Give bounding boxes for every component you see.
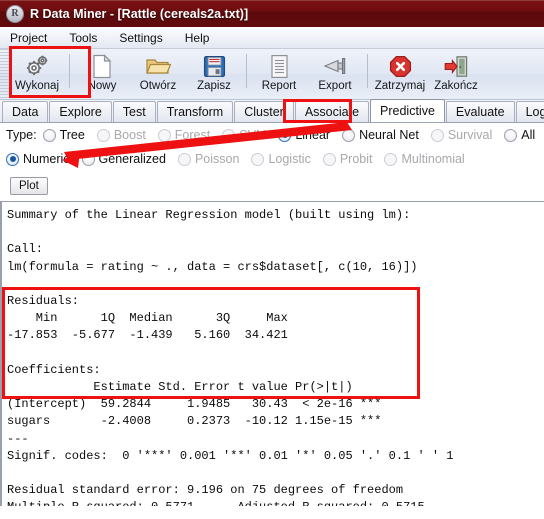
radio-label-poisson: Poisson (194, 152, 240, 166)
tab-predictive[interactable]: Predictive (370, 99, 445, 122)
radio-poisson[interactable]: Poisson (177, 152, 240, 166)
toolbar-label-zapisz: Zapisz (197, 80, 231, 92)
plot-row: Plot (0, 171, 544, 201)
toolbar-label-zakoncz: Zakończ (434, 80, 478, 92)
radio-numeric[interactable]: Numeric (6, 152, 70, 166)
radio-label-neural-net: Neural Net (359, 128, 419, 142)
radio-generalized[interactable]: Generalized (81, 152, 166, 166)
radio-label-multinomial: Multinomial (401, 152, 465, 166)
toolbar-button-wykonaj[interactable]: Wykonaj (9, 49, 65, 99)
radio-dot-forest (157, 128, 171, 142)
radio-dot-svm (222, 128, 236, 142)
radio-dot-all (504, 128, 518, 142)
toolbar-button-export[interactable]: Export (307, 49, 363, 99)
radio-multinomial[interactable]: Multinomial (384, 152, 465, 166)
radio-svm[interactable]: SVM (222, 128, 266, 142)
radio-survival[interactable]: Survival (430, 128, 493, 142)
tab-log[interactable]: Log (515, 101, 544, 122)
radio-linear[interactable]: Linear (278, 128, 330, 142)
menu-bar: Project Tools Settings Help (0, 27, 544, 49)
stop-octagon-icon (389, 53, 412, 79)
toolbar-label-otworz: Otwórz (139, 80, 177, 92)
toolbar-separator-3 (367, 54, 368, 88)
new-document-icon (91, 53, 113, 79)
radio-dot-logistic (251, 152, 265, 166)
floppy-save-icon (203, 53, 226, 79)
radio-label-tree: Tree (59, 128, 85, 142)
toolbar-button-zapisz[interactable]: Zapisz (186, 49, 242, 99)
type-label: Type: (6, 128, 37, 142)
tab-explore[interactable]: Explore (49, 101, 112, 122)
report-document-icon (269, 53, 290, 79)
radio-label-boost: Boost (113, 128, 146, 142)
radio-dot-probit (322, 152, 336, 166)
app-logo-icon: R (6, 4, 24, 23)
open-folder-icon (145, 53, 171, 79)
tab-associate[interactable]: Associate (294, 101, 370, 122)
toolbar-label-zatrzymaj: Zatrzymaj (374, 80, 426, 92)
plot-button[interactable]: Plot (10, 177, 48, 195)
toolbar-label-export: Export (318, 80, 352, 92)
menu-item-settings[interactable]: Settings (119, 31, 162, 45)
radio-dot-multinomial (384, 152, 398, 166)
model-summary-text: Summary of the Linear Regression model (… (7, 208, 454, 506)
radio-dot-generalized (81, 152, 95, 166)
toolbar-separator-1 (69, 54, 70, 88)
radio-forest[interactable]: Forest (157, 128, 211, 142)
tab-cluster[interactable]: Cluster (234, 101, 294, 122)
radio-dot-tree (42, 128, 56, 142)
toolbar: Wykonaj Nowy Otwórz Zapisz Report Export… (0, 49, 544, 100)
radio-label-generalized: Generalized (98, 152, 166, 166)
radio-dot-poisson (177, 152, 191, 166)
radio-label-probit: Probit (339, 152, 373, 166)
radio-dot-numeric (6, 152, 19, 166)
export-funnel-icon (322, 53, 348, 79)
gears-icon (24, 53, 50, 79)
radio-dot-linear (278, 128, 292, 142)
toolbar-button-zatrzymaj[interactable]: Zatrzymaj (372, 49, 428, 99)
menu-item-project[interactable]: Project (10, 31, 47, 45)
radio-logistic[interactable]: Logistic (251, 152, 311, 166)
radio-label-logistic: Logistic (268, 152, 311, 166)
tab-data[interactable]: Data (2, 101, 49, 122)
model-family-row: Numeric Generalized Poisson Logistic Pro… (0, 147, 544, 171)
toolbar-button-report[interactable]: Report (251, 49, 307, 99)
tab-evaluate[interactable]: Evaluate (445, 101, 515, 122)
exit-door-icon (443, 53, 469, 79)
toolbar-label-nowy: Nowy (87, 80, 117, 92)
tab-bar: Data Explore Test Transform Cluster Asso… (0, 99, 544, 123)
radio-neural-net[interactable]: Neural Net (342, 128, 419, 142)
toolbar-gripper[interactable] (0, 49, 9, 100)
model-output-panel[interactable]: Summary of the Linear Regression model (… (0, 201, 544, 506)
title-bar: R R Data Miner - [Rattle (cereals2a.txt)… (0, 0, 544, 27)
toolbar-label-report: Report (261, 80, 297, 92)
radio-tree[interactable]: Tree (42, 128, 85, 142)
radio-label-survival: Survival (447, 128, 493, 142)
radio-probit[interactable]: Probit (322, 152, 373, 166)
window-title: R Data Miner - [Rattle (cereals2a.txt)] (30, 6, 249, 21)
radio-dot-neural-net (342, 128, 356, 142)
menu-item-help[interactable]: Help (185, 31, 210, 45)
radio-label-svm: SVM (239, 128, 267, 142)
radio-boost[interactable]: Boost (96, 128, 146, 142)
radio-label-linear: Linear (295, 128, 331, 142)
radio-label-all: All (521, 128, 536, 142)
toolbar-button-otworz[interactable]: Otwórz (130, 49, 186, 99)
toolbar-button-zakoncz[interactable]: Zakończ (428, 49, 484, 99)
toolbar-label-wykonaj: Wykonaj (15, 80, 59, 92)
radio-dot-survival (430, 128, 444, 142)
tab-transform[interactable]: Transform (156, 101, 234, 122)
toolbar-separator-2 (246, 54, 247, 88)
toolbar-button-nowy[interactable]: Nowy (74, 49, 130, 99)
model-type-row: Type: Tree Boost Forest SVM Linear Neura… (0, 123, 544, 147)
menu-item-tools[interactable]: Tools (69, 31, 97, 45)
radio-all[interactable]: All (504, 128, 535, 142)
radio-label-numeric: Numeric (23, 152, 70, 166)
rattle-window: R R Data Miner - [Rattle (cereals2a.txt)… (0, 0, 544, 519)
radio-dot-boost (96, 128, 110, 142)
radio-label-forest: Forest (174, 128, 211, 142)
tab-test[interactable]: Test (112, 101, 156, 122)
